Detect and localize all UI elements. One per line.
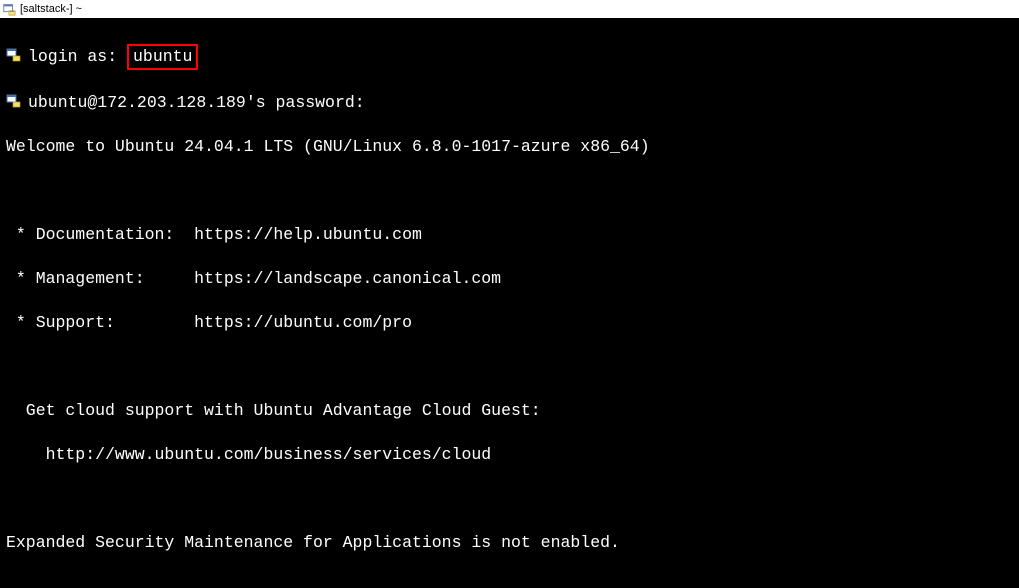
blank-line — [6, 576, 1013, 588]
terminal-host-icon — [6, 47, 22, 63]
putty-icon — [2, 2, 16, 16]
blank-line — [6, 488, 1013, 510]
support-line: * Support: https://ubuntu.com/pro — [6, 312, 1013, 334]
management-line: * Management: https://landscape.canonica… — [6, 268, 1013, 290]
login-username-highlight: ubuntu — [127, 44, 198, 70]
cloud-support-line2: http://www.ubuntu.com/business/services/… — [6, 444, 1013, 466]
welcome-line: Welcome to Ubuntu 24.04.1 LTS (GNU/Linux… — [6, 136, 1013, 158]
login-prompt-label: login as: — [28, 47, 127, 66]
esm-status-line: Expanded Security Maintenance for Applic… — [6, 532, 1013, 554]
terminal-host-icon — [6, 93, 22, 109]
blank-line — [6, 180, 1013, 202]
login-username: ubuntu — [133, 47, 192, 66]
password-prompt: ubuntu@172.203.128.189's password: — [28, 93, 365, 112]
window-title-bar: [saltstack-] ~ — [0, 0, 1019, 18]
terminal-output[interactable]: login as: ubuntu ubuntu@172.203.128.189'… — [0, 18, 1019, 588]
window-title: [saltstack-] ~ — [20, 3, 82, 15]
cloud-support-line1: Get cloud support with Ubuntu Advantage … — [6, 400, 1013, 422]
documentation-line: * Documentation: https://help.ubuntu.com — [6, 224, 1013, 246]
blank-line — [6, 356, 1013, 378]
